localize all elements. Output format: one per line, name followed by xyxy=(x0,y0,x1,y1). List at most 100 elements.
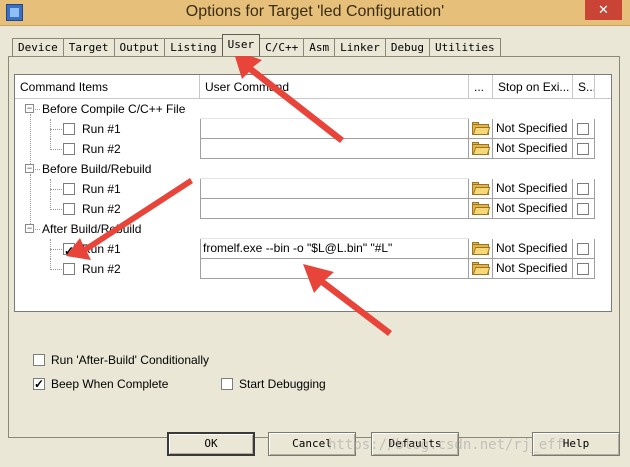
run-row: Run #2 Not Specified xyxy=(15,259,611,279)
run-label: Run #2 xyxy=(82,262,121,276)
run-row: Run #1 fromelf.exe --bin -o "$L@L.bin" "#… xyxy=(15,239,611,261)
folder-open-icon xyxy=(472,182,491,195)
run-label: Run #1 xyxy=(82,122,121,136)
user-command-input[interactable]: fromelf.exe --bin -o "$L@L.bin" "#L" xyxy=(200,239,469,259)
header-command-items[interactable]: Command Items xyxy=(15,75,200,99)
s-checkbox[interactable] xyxy=(577,243,589,255)
browse-button[interactable] xyxy=(469,119,493,139)
beep-checkbox[interactable] xyxy=(33,376,45,392)
s-checkbox[interactable] xyxy=(577,183,589,195)
run-row: Run #1 Not Specified xyxy=(15,119,611,139)
run-label: Run #2 xyxy=(82,142,121,156)
user-command-input[interactable] xyxy=(200,179,469,199)
folder-open-icon xyxy=(472,142,491,155)
run-enable-checkbox[interactable] xyxy=(63,203,75,215)
group-label: Before Compile C/C++ File xyxy=(42,102,186,116)
group-spacer xyxy=(200,99,469,119)
tab-device[interactable]: Device xyxy=(12,38,64,56)
run-enable-checkbox[interactable] xyxy=(63,143,75,155)
group-tree-cell: − Before Compile C/C++ File xyxy=(15,99,200,119)
tab-output[interactable]: Output xyxy=(113,38,166,56)
user-command-input[interactable] xyxy=(200,259,469,279)
collapse-icon[interactable]: − xyxy=(25,104,34,113)
group-label: Before Build/Rebuild xyxy=(42,162,152,176)
run-enable-checkbox[interactable] xyxy=(63,263,75,275)
tab-target[interactable]: Target xyxy=(62,38,115,56)
header-user-command[interactable]: User Command xyxy=(200,75,469,99)
s-cell xyxy=(573,119,595,139)
s-cell xyxy=(573,139,595,159)
group-spacer xyxy=(200,159,469,179)
s-checkbox[interactable] xyxy=(577,143,589,155)
run-tree-cell: Run #2 xyxy=(15,139,200,159)
run-tree-cell: Run #1 xyxy=(15,239,200,261)
run-tree-cell: Run #1 xyxy=(15,119,200,139)
tab-asm[interactable]: Asm xyxy=(303,38,336,56)
header-s[interactable]: S... xyxy=(573,75,595,99)
tab-linker[interactable]: Linker xyxy=(334,38,386,56)
collapse-icon[interactable]: − xyxy=(25,224,34,233)
user-command-input[interactable] xyxy=(200,119,469,139)
beep-label: Beep When Complete xyxy=(51,377,169,391)
user-command-input[interactable] xyxy=(200,139,469,159)
run-enable-checkbox[interactable] xyxy=(63,241,75,261)
tab-debug[interactable]: Debug xyxy=(384,38,430,56)
run-row: Run #2 Not Specified xyxy=(15,199,611,219)
s-cell xyxy=(573,259,595,279)
collapse-icon[interactable]: − xyxy=(25,164,34,173)
run-label: Run #1 xyxy=(82,242,121,256)
tree-connector xyxy=(30,114,31,164)
s-cell xyxy=(573,239,595,259)
group-tree-cell: − After Build/Rebuild xyxy=(15,219,200,239)
window-title: Options for Target 'led Configuration' xyxy=(185,3,445,20)
stop-on-exit-select[interactable]: Not Specified xyxy=(493,259,573,279)
run-row: Run #1 Not Specified xyxy=(15,179,611,199)
browse-button[interactable] xyxy=(469,139,493,159)
grid-header: Command Items User Command ... Stop on E… xyxy=(15,75,611,99)
stop-on-exit-select[interactable]: Not Specified xyxy=(493,139,573,159)
stop-on-exit-select[interactable]: Not Specified xyxy=(493,199,573,219)
tab-c-c-[interactable]: C/C++ xyxy=(259,38,305,56)
browse-button[interactable] xyxy=(469,179,493,199)
run-label: Run #2 xyxy=(82,202,121,216)
ok-button[interactable]: OK xyxy=(167,432,255,456)
start-debugging-label: Start Debugging xyxy=(239,377,326,391)
header-browse[interactable]: ... xyxy=(469,75,493,99)
run-enable-checkbox[interactable] xyxy=(63,123,75,135)
browse-button[interactable] xyxy=(469,259,493,279)
tab-utilities[interactable]: Utilities xyxy=(428,38,501,56)
stop-on-exit-select[interactable]: Not Specified xyxy=(493,179,573,199)
run-after-build-checkbox[interactable] xyxy=(33,354,45,366)
start-debugging-checkbox[interactable] xyxy=(221,378,233,390)
s-checkbox[interactable] xyxy=(577,263,589,275)
run-tree-cell: Run #2 xyxy=(15,199,200,219)
run-label: Run #1 xyxy=(82,182,121,196)
tab-listing[interactable]: Listing xyxy=(164,38,223,56)
s-cell xyxy=(573,179,595,199)
user-command-grid: Command Items User Command ... Stop on E… xyxy=(14,74,612,312)
header-stop-on-exit[interactable]: Stop on Exi... xyxy=(493,75,573,99)
run-enable-checkbox[interactable] xyxy=(63,183,75,195)
options-dialog: Device Target Output Listing User C/C++ Asm Lin… xyxy=(0,26,630,467)
group-tree-cell: − Before Build/Rebuild xyxy=(15,159,200,179)
group-row: − Before Build/Rebuild xyxy=(15,159,611,179)
folder-open-icon xyxy=(472,122,491,135)
group-label: After Build/Rebuild xyxy=(42,222,142,236)
run-tree-cell: Run #2 xyxy=(15,259,200,279)
stop-on-exit-select[interactable]: Not Specified xyxy=(493,119,573,139)
run-row: Run #2 Not Specified xyxy=(15,139,611,159)
close-button[interactable]: ✕ xyxy=(585,0,622,20)
tab-user[interactable]: User xyxy=(221,34,261,56)
folder-open-icon xyxy=(472,202,491,215)
title-bar: Options for Target 'led Configuration' ✕ xyxy=(0,0,630,26)
watermark: https://blog.csdn.net/rj_eff xyxy=(328,437,565,453)
stop-on-exit-select[interactable]: Not Specified xyxy=(493,239,573,259)
s-checkbox[interactable] xyxy=(577,203,589,215)
tree-connector xyxy=(30,174,31,224)
run-tree-cell: Run #1 xyxy=(15,179,200,199)
run-after-build-label: Run 'After-Build' Conditionally xyxy=(51,353,209,367)
user-command-input[interactable] xyxy=(200,199,469,219)
browse-button[interactable] xyxy=(469,239,493,259)
s-checkbox[interactable] xyxy=(577,123,589,135)
browse-button[interactable] xyxy=(469,199,493,219)
